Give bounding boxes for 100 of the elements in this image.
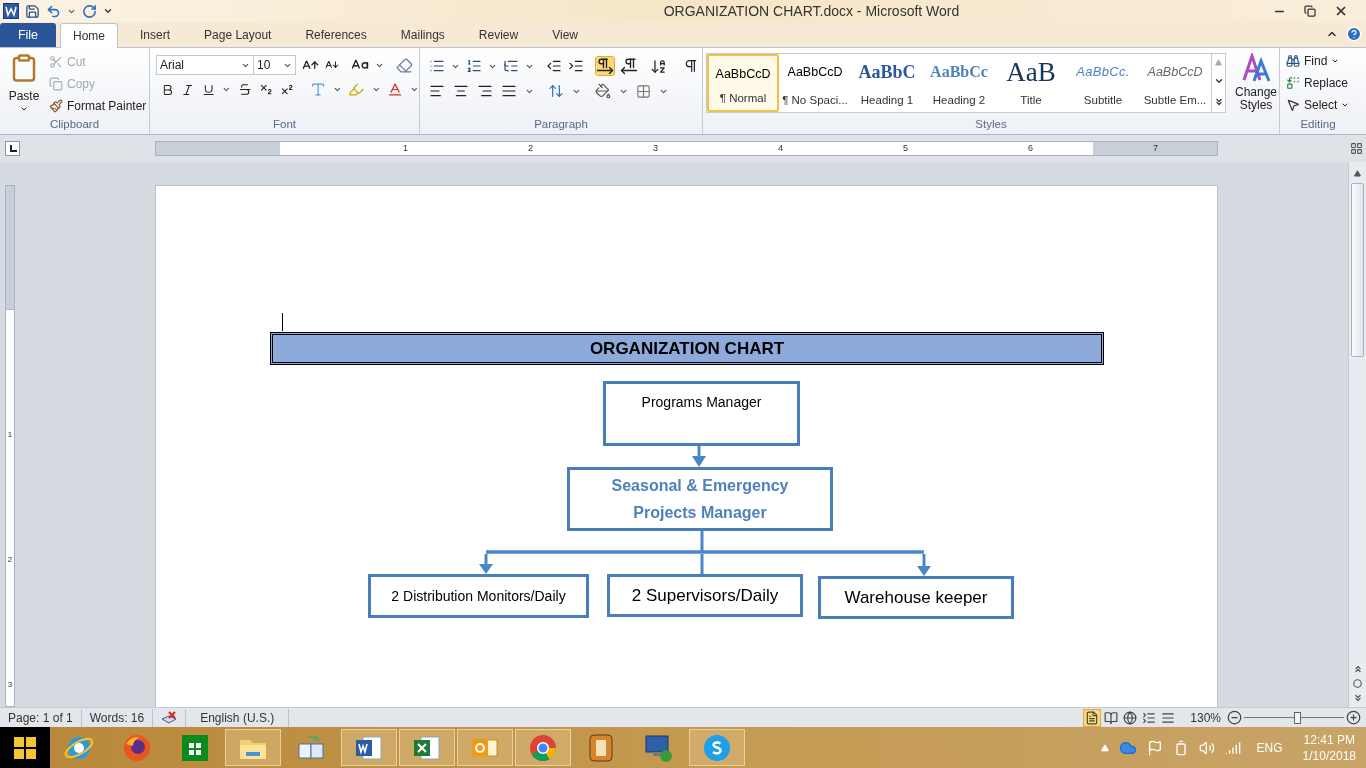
previous-page-icon[interactable] — [1352, 664, 1363, 674]
style-gallery-item[interactable]: AaBbCc. Subtitle — [1067, 54, 1139, 112]
restore-icon[interactable] — [1304, 5, 1316, 17]
shading-icon[interactable] — [595, 83, 611, 99]
align-left-icon[interactable] — [429, 83, 445, 99]
numbering-icon[interactable] — [466, 58, 482, 74]
scroll-up-icon[interactable] — [1354, 170, 1361, 177]
save-icon[interactable] — [25, 3, 40, 19]
node-label: 2 Supervisors/Daily — [631, 584, 779, 607]
group-label: Clipboard — [49, 117, 100, 133]
style-gallery-item[interactable]: AaBbCc Heading 2 — [923, 54, 995, 112]
increase-indent-icon[interactable] — [568, 58, 584, 74]
view-mode-icon[interactable] — [1084, 709, 1101, 726]
show-marks-icon[interactable] — [683, 58, 699, 74]
select-button[interactable]: Select — [1286, 95, 1356, 115]
font-name-field[interactable]: Arial — [156, 55, 254, 75]
style-name: Subtle Em... — [1143, 92, 1207, 108]
file-tab[interactable]: File — [0, 23, 56, 47]
replace-button[interactable]: Replace — [1286, 73, 1356, 93]
caret-icon[interactable] — [332, 85, 342, 94]
borders-icon[interactable] — [636, 83, 651, 99]
zoom-slider[interactable] — [1244, 711, 1344, 724]
style-name: ¶ No Spaci... — [782, 92, 848, 108]
clear-formatting-icon[interactable] — [396, 56, 413, 74]
style-gallery-item[interactable]: AaBbCcD Subtle Em... — [1139, 54, 1211, 112]
bullets-icon[interactable] — [429, 58, 445, 74]
style-gallery-item[interactable]: AaBbC Heading 1 — [851, 54, 923, 112]
scrollbar-thumb[interactable] — [1351, 183, 1364, 357]
underline-icon[interactable] — [201, 82, 216, 97]
taskbar-button[interactable] — [515, 729, 571, 766]
style-name: ¶ Normal — [719, 90, 767, 106]
next-page-icon[interactable] — [1352, 693, 1363, 703]
undo-icon[interactable] — [46, 3, 61, 19]
zoom-in-icon[interactable] — [1346, 710, 1361, 725]
style-gallery-item[interactable]: AaBbCcD ¶ Normal — [707, 54, 779, 112]
style-gallery-item[interactable]: AaB Title — [995, 54, 1067, 112]
sort-icon[interactable] — [650, 57, 667, 75]
align-right-icon[interactable] — [477, 83, 493, 99]
more-icon[interactable] — [1213, 96, 1224, 107]
format-painter-button[interactable]: Format Painter — [49, 96, 147, 115]
ribbon-tab[interactable]: Home — [60, 23, 118, 48]
ribbon-tab[interactable]: Insert — [128, 23, 183, 47]
ruler-number: 1 — [403, 141, 408, 155]
font-size-field[interactable]: 10 — [254, 55, 296, 75]
caret-icon[interactable] — [222, 85, 231, 94]
view-ruler-icon[interactable] — [1350, 142, 1363, 155]
find-button[interactable]: Find — [1286, 51, 1356, 71]
replace-icon — [1286, 76, 1300, 90]
style-preview: AaBbCc. — [1076, 63, 1130, 82]
close-icon[interactable] — [1334, 4, 1348, 18]
multilevel-list-icon[interactable] — [503, 58, 519, 74]
caret-icon — [20, 105, 28, 113]
style-preview: AaBbC — [858, 60, 916, 84]
style-name: Title — [1020, 92, 1042, 108]
align-center-icon[interactable] — [453, 83, 469, 99]
connector-arrow — [479, 554, 493, 574]
line-spacing-icon[interactable] — [548, 83, 564, 99]
subscript-icon[interactable] — [259, 82, 274, 97]
help-icon[interactable] — [1346, 26, 1362, 42]
view-mode-icon[interactable] — [1122, 709, 1139, 726]
paintbrush-icon — [49, 98, 63, 113]
style-gallery-item[interactable]: AaBbCcD ¶ No Spaci... — [779, 54, 851, 112]
tab-selector[interactable] — [5, 141, 20, 156]
ribbon-tab[interactable]: Page Layout — [192, 23, 284, 47]
taskbar-button[interactable] — [399, 729, 455, 766]
right-to-left-icon[interactable] — [620, 57, 638, 75]
caret-icon[interactable] — [410, 85, 420, 94]
bold-icon[interactable] — [161, 82, 175, 97]
group-label: Paragraph — [534, 117, 588, 133]
caret-icon[interactable] — [371, 85, 381, 94]
page-count[interactable]: Page: 1 of 1 — [0, 708, 82, 727]
zoom-out-icon[interactable] — [1227, 710, 1242, 725]
view-mode-icon[interactable] — [1103, 709, 1120, 726]
word-count[interactable]: Words: 16 — [81, 708, 154, 727]
browse-object-icon[interactable] — [1353, 679, 1362, 688]
redo-icon[interactable] — [82, 3, 97, 19]
customize-icon[interactable] — [103, 6, 113, 16]
taskbar-button[interactable] — [341, 729, 397, 766]
ribbon-tab[interactable]: View — [540, 23, 590, 47]
superscript-icon[interactable] — [280, 82, 295, 97]
left-to-right-icon[interactable] — [596, 57, 614, 75]
ribbon-tab[interactable]: Review — [466, 23, 531, 47]
ruler-number: 5 — [903, 141, 908, 155]
justify-icon[interactable] — [501, 83, 517, 99]
start-icon[interactable] — [13, 735, 37, 760]
slider-thumb[interactable] — [1294, 711, 1301, 724]
ribbon-tab[interactable]: References — [293, 23, 379, 47]
zoom-level[interactable]: 130% — [1190, 708, 1221, 727]
ribbon-tab[interactable]: Mailings — [388, 23, 457, 47]
style-preview: AaBbCcD — [1147, 63, 1203, 81]
strikethrough-icon[interactable] — [237, 82, 252, 97]
app-logo-icon[interactable] — [3, 3, 19, 19]
language-status[interactable]: English (U.S.) — [185, 708, 290, 727]
proofing-icon[interactable] — [161, 710, 178, 725]
italic-icon[interactable] — [181, 82, 195, 97]
paste-button[interactable]: Paste — [2, 51, 46, 114]
change-styles-button[interactable]: Change Styles — [1232, 53, 1280, 112]
font-color-icon[interactable] — [387, 81, 404, 98]
copy-icon — [49, 76, 63, 91]
decrease-indent-icon[interactable] — [546, 58, 562, 74]
